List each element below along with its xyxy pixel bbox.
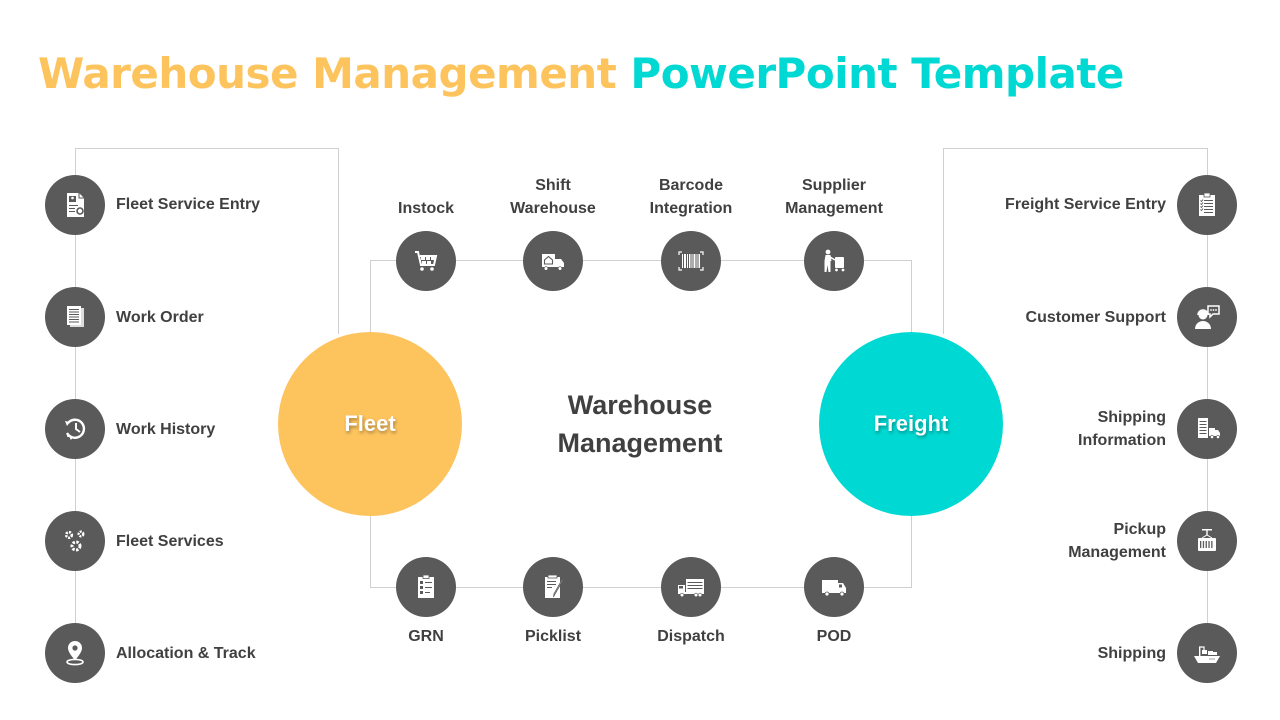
barcode-icon <box>661 231 721 291</box>
fleet-hub-label: Fleet <box>344 411 396 436</box>
top-item-label-line2: Warehouse <box>510 200 596 217</box>
fleet-item-label: Work Order <box>116 309 204 326</box>
top-item-label-line1: Supplier <box>801 177 867 194</box>
top-item-label-line2: Integration <box>649 200 733 217</box>
freight-item-label-line1: Shipping <box>1097 409 1166 426</box>
freight-item-label-line2: Management <box>1068 544 1166 561</box>
location-pin-icon <box>45 623 105 683</box>
bottom-item-label: Dispatch <box>657 628 725 645</box>
gears-icon <box>45 511 105 571</box>
left-bracket-drop <box>338 148 339 334</box>
freight-item-label: Shipping Information <box>1078 406 1166 452</box>
bottom-item-label: GRN <box>408 628 444 645</box>
top-item-label: Instock <box>398 174 454 220</box>
fleet-item-label: Fleet Services <box>116 533 224 550</box>
top-item-label-line2: Instock <box>397 200 455 217</box>
fleet-item-label: Work History <box>116 421 216 438</box>
delivery-van-icon <box>804 557 864 617</box>
top-item-label: Barcode Integration <box>650 174 733 220</box>
history-icon <box>45 399 105 459</box>
bottom-item-label: Picklist <box>524 628 582 645</box>
freight-item-label: Customer Support <box>1025 309 1166 326</box>
notepad-pen-icon <box>523 557 583 617</box>
top-item-label-line1: Barcode <box>658 177 724 194</box>
moving-truck-icon <box>523 231 583 291</box>
fleet-item-label: Allocation & Track <box>116 645 256 662</box>
shipping-info-icon <box>1177 399 1237 459</box>
slide-title: Warehouse Management PowerPoint Template <box>38 46 1124 102</box>
freight-item-label-line1: Pickup <box>1113 521 1166 538</box>
center-title: Warehouse Management <box>500 386 780 462</box>
top-item-label: Shift Warehouse <box>510 174 596 220</box>
title-part-1: Warehouse Management <box>38 49 617 98</box>
worker-trolley-icon <box>804 231 864 291</box>
document-icon <box>45 287 105 347</box>
freight-item-label: Freight Service Entry <box>1005 196 1166 213</box>
freight-item-label: Pickup Management <box>1068 518 1166 564</box>
top-item-label-line1: Shift <box>535 177 571 194</box>
container-crane-icon <box>1177 511 1237 571</box>
fleet-item-label: Fleet Service Entry <box>116 196 261 213</box>
center-title-line1: Warehouse <box>567 390 713 420</box>
top-item-label: Supplier Management <box>785 174 883 220</box>
freight-hub-label: Freight <box>873 411 949 436</box>
center-title-line2: Management <box>557 428 723 458</box>
right-top-line <box>943 148 1208 149</box>
service-form-icon <box>45 175 105 235</box>
left-top-line <box>75 148 339 149</box>
cargo-ship-icon <box>1177 623 1237 683</box>
freight-hub-circle: Freight <box>819 332 1003 516</box>
clipboard-checklist-icon <box>1177 175 1237 235</box>
bottom-item-label: POD <box>816 628 852 645</box>
freight-item-label-line2: Information <box>1078 432 1166 449</box>
top-item-label-line2: Management <box>785 200 883 217</box>
freight-item-label: Shipping <box>1097 645 1166 662</box>
fleet-hub-circle: Fleet <box>278 332 462 516</box>
title-part-2: PowerPoint Template <box>630 49 1124 98</box>
checklist-icon <box>396 557 456 617</box>
lorry-icon <box>661 557 721 617</box>
right-bracket-drop <box>943 148 944 334</box>
customer-support-icon <box>1177 287 1237 347</box>
shopping-cart-icon <box>396 231 456 291</box>
top-item-label-line1 <box>398 174 454 197</box>
